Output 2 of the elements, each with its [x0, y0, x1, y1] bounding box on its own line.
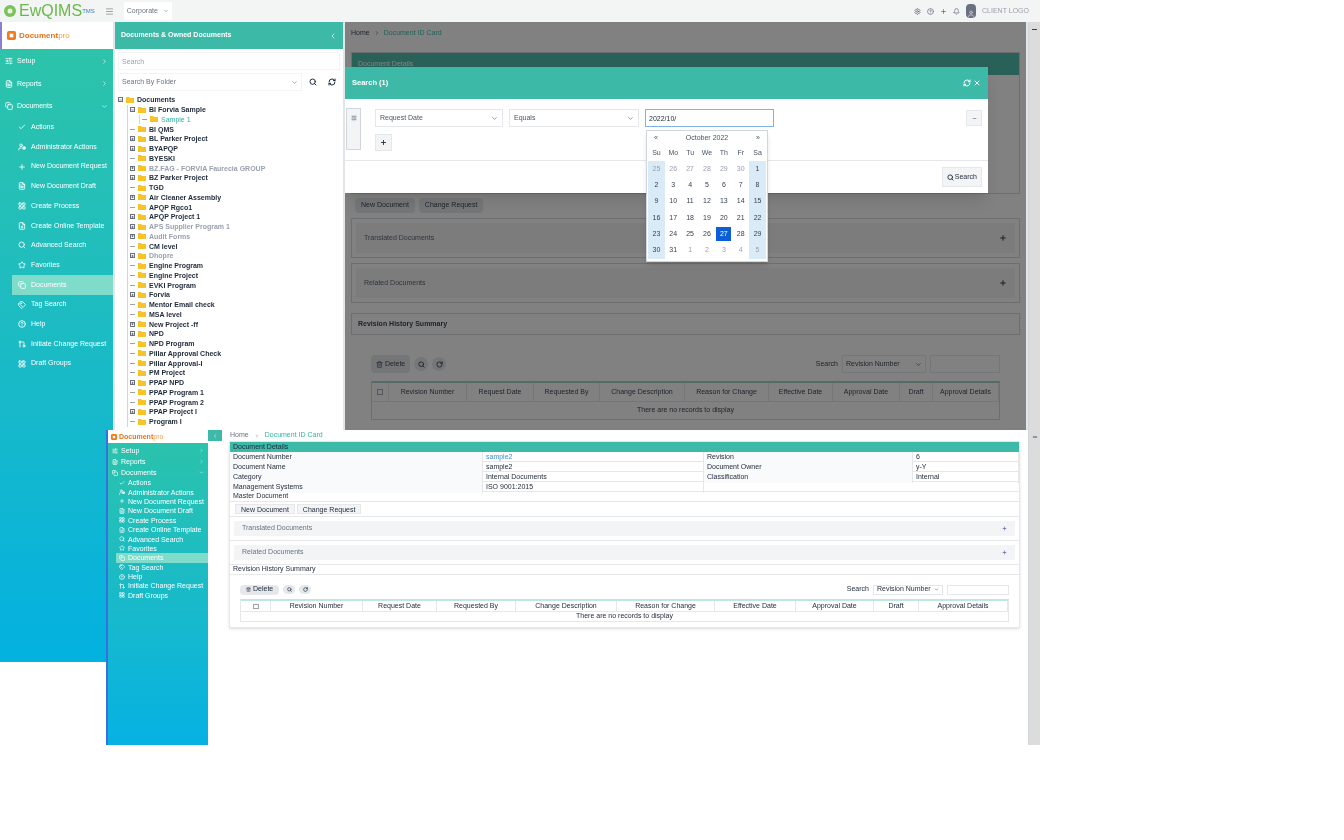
logo-text: EwQIMS$^{TMS}$	[19, 3, 95, 19]
logo-text: Documentpro	[19, 31, 70, 40]
